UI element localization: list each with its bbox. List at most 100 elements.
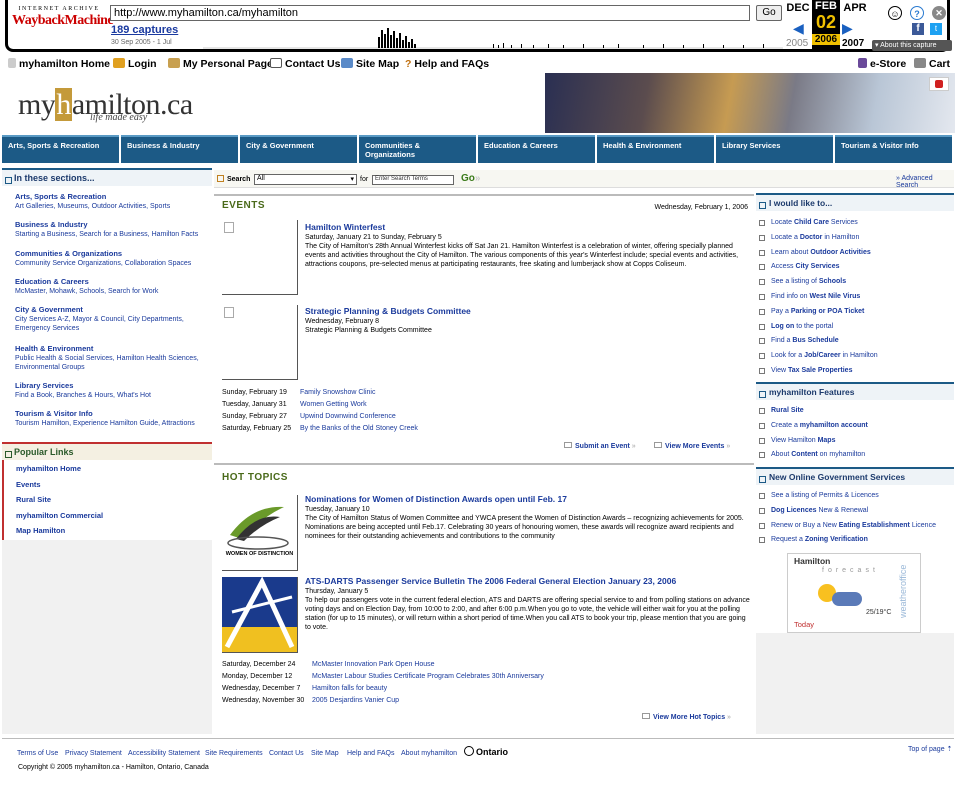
section-sublinks[interactable]: Community Service Organizations, Collabo… [15,259,211,268]
wayback-sparkline[interactable] [203,25,783,49]
close-icon[interactable]: ✕ [932,6,946,20]
event-row-link[interactable]: Upwind Downwind Conference [300,413,396,420]
top-of-page-link[interactable]: Top of page ⇡ [908,745,952,753]
facebook-icon[interactable]: f [912,23,924,35]
advanced-search-link[interactable]: » Advanced Search [896,175,954,189]
nav-home[interactable]: myhamilton Home [8,58,110,70]
section-link[interactable]: City & Government [15,305,211,314]
footer-link[interactable]: Privacy Statement [65,750,122,757]
women-distinction-logo[interactable]: WOMEN OF DISTINCTION [222,495,298,571]
right-link[interactable]: See a listing of Schools [771,278,846,285]
right-link[interactable]: Find a Bus Schedule [771,337,839,344]
event-1-title[interactable]: Hamilton Winterfest [305,222,385,232]
search-scope-select[interactable]: All ▾ [254,174,357,185]
tab-4[interactable]: Education & Careers [478,135,595,163]
hot-topic-link[interactable]: 2005 Desjardins Vanier Cup [312,697,399,704]
twitter-icon[interactable]: t [930,23,942,35]
tab-5[interactable]: Health & Environment [597,135,714,163]
hot-2-title[interactable]: ATS-DARTS Passenger Service Bulletin The… [305,576,676,586]
popular-link[interactable]: Events [16,480,41,489]
section-link[interactable]: Library Services [15,381,211,390]
search-input[interactable]: Enter Search Terms [372,175,454,185]
popular-link[interactable]: myhamilton Commercial [16,511,103,520]
event-row-link[interactable]: Women Getting Work [300,401,367,408]
weather-widget[interactable]: Hamilton forecast 25/19°C Today weathero… [787,553,921,633]
nav-contact[interactable]: Contact Us [270,58,340,70]
event-2-title[interactable]: Strategic Planning & Budgets Committee [305,306,471,316]
right-link[interactable]: Access City Services [771,263,840,270]
section-link[interactable]: Business & Industry [15,220,211,229]
section-sublinks[interactable]: Find a Book, Branches & Hours, What's Ho… [15,391,211,400]
right-link[interactable]: See a listing of Permits & Licences [771,492,879,499]
ontario-logo[interactable]: Ontario [464,746,508,757]
section-link[interactable]: Communities & Organizations [15,249,211,258]
footer-link[interactable]: Help and FAQs [347,750,394,757]
footer-link[interactable]: Contact Us [269,750,304,757]
wayback-url-input[interactable] [110,5,750,21]
next-capture-arrow-icon[interactable]: ▶ [842,20,853,37]
year-prev[interactable]: 2005 [786,38,808,49]
submit-event-link[interactable]: Submit an Event » [564,442,636,450]
section-link[interactable]: Arts, Sports & Recreation [15,192,211,201]
right-link[interactable]: Find info on West Nile Virus [771,293,860,300]
search-go-button[interactable]: Go» [461,173,480,184]
nav-estore[interactable]: e-Store [858,58,906,70]
right-link[interactable]: Pay a Parking or POA Ticket [771,308,864,315]
nav-cart[interactable]: Cart [914,58,950,70]
footer-link[interactable]: Terms of Use [17,750,58,757]
right-link[interactable]: Renew or Buy a New Eating Establishment … [771,522,936,529]
wayback-captures-link[interactable]: 189 captures [111,24,178,36]
popular-link[interactable]: Rural Site [16,495,51,504]
view-more-events-link[interactable]: View More Events » [654,442,730,450]
popular-link[interactable]: myhamilton Home [16,464,81,473]
hot-topic-link[interactable]: Hamilton falls for beauty [312,685,387,692]
footer-link[interactable]: Site Map [311,750,339,757]
right-link[interactable]: Learn about Outdoor Activities [771,249,871,256]
right-link[interactable]: Create a myhamilton account [771,422,868,429]
hot-1-title[interactable]: Nominations for Women of Distinction Awa… [305,494,567,504]
event-1-photo[interactable] [222,220,298,295]
hot-topic-link[interactable]: McMaster Innovation Park Open House [312,661,435,668]
section-sublinks[interactable]: City Services A-Z, Mayor & Council, City… [15,315,211,333]
event-2-photo[interactable] [222,305,298,380]
popular-link[interactable]: Map Hamilton [16,526,65,535]
user-icon[interactable]: ☺ [888,6,902,20]
month-prev[interactable]: DEC [786,2,810,14]
section-link[interactable]: Health & Environment [15,344,211,353]
section-sublinks[interactable]: Art Galleries, Museums, Outdoor Activiti… [15,202,211,211]
hot-topic-link[interactable]: McMaster Labour Studies Certificate Prog… [312,673,544,680]
tab-2[interactable]: City & Government [240,135,357,163]
prev-capture-arrow-icon[interactable]: ◀ [793,20,804,37]
nav-help[interactable]: ? Help and FAQs [405,58,489,70]
right-link[interactable]: Rural Site [771,407,804,414]
section-link[interactable]: Education & Careers [15,277,211,286]
view-more-hot-topics-link[interactable]: View More Hot Topics » [642,713,731,721]
nav-sitemap[interactable]: Site Map [341,58,399,70]
section-sublinks[interactable]: Starting a Business, Search for a Busine… [15,230,211,239]
right-link[interactable]: About Content on myhamilton [771,451,865,458]
section-sublinks[interactable]: McMaster, Mohawk, Schools, Search for Wo… [15,287,211,296]
about-capture-dropdown[interactable]: ▾ About this capture [872,40,952,51]
tab-6[interactable]: Library Services [716,135,833,163]
event-row-link[interactable]: By the Banks of the Old Stoney Creek [300,425,418,432]
ats-darts-logo[interactable] [222,577,298,653]
right-link[interactable]: Log on to the portal [771,323,833,330]
help-icon[interactable]: ? [910,6,924,20]
event-row-link[interactable]: Family Snowshow Clinic [300,389,375,396]
footer-link[interactable]: About myhamilton [401,750,457,757]
wayback-logo[interactable]: INTERNET ARCHIVE WaybackMachine [12,6,114,42]
right-link[interactable]: Dog Licences New & Renewal [771,507,868,514]
right-link[interactable]: Locate a Doctor in Hamilton [771,234,859,241]
right-link[interactable]: View Tax Sale Properties [771,367,852,374]
section-link[interactable]: Tourism & Visitor Info [15,409,211,418]
tab-1[interactable]: Business & Industry [121,135,238,163]
tab-0[interactable]: Arts, Sports & Recreation [2,135,119,163]
right-link[interactable]: Locate Child Care Services [771,219,858,226]
year-next[interactable]: 2007 [842,38,864,49]
tab-7[interactable]: Tourism & Visitor Info [835,135,952,163]
tab-3[interactable]: Communities & Organizations [359,135,476,163]
section-sublinks[interactable]: Public Health & Social Services, Hamilto… [15,354,211,372]
right-link[interactable]: Look for a Job/Career in Hamilton [771,352,878,359]
nav-personal[interactable]: My Personal Page [168,58,273,70]
footer-link[interactable]: Accessibility Statement [128,750,200,757]
